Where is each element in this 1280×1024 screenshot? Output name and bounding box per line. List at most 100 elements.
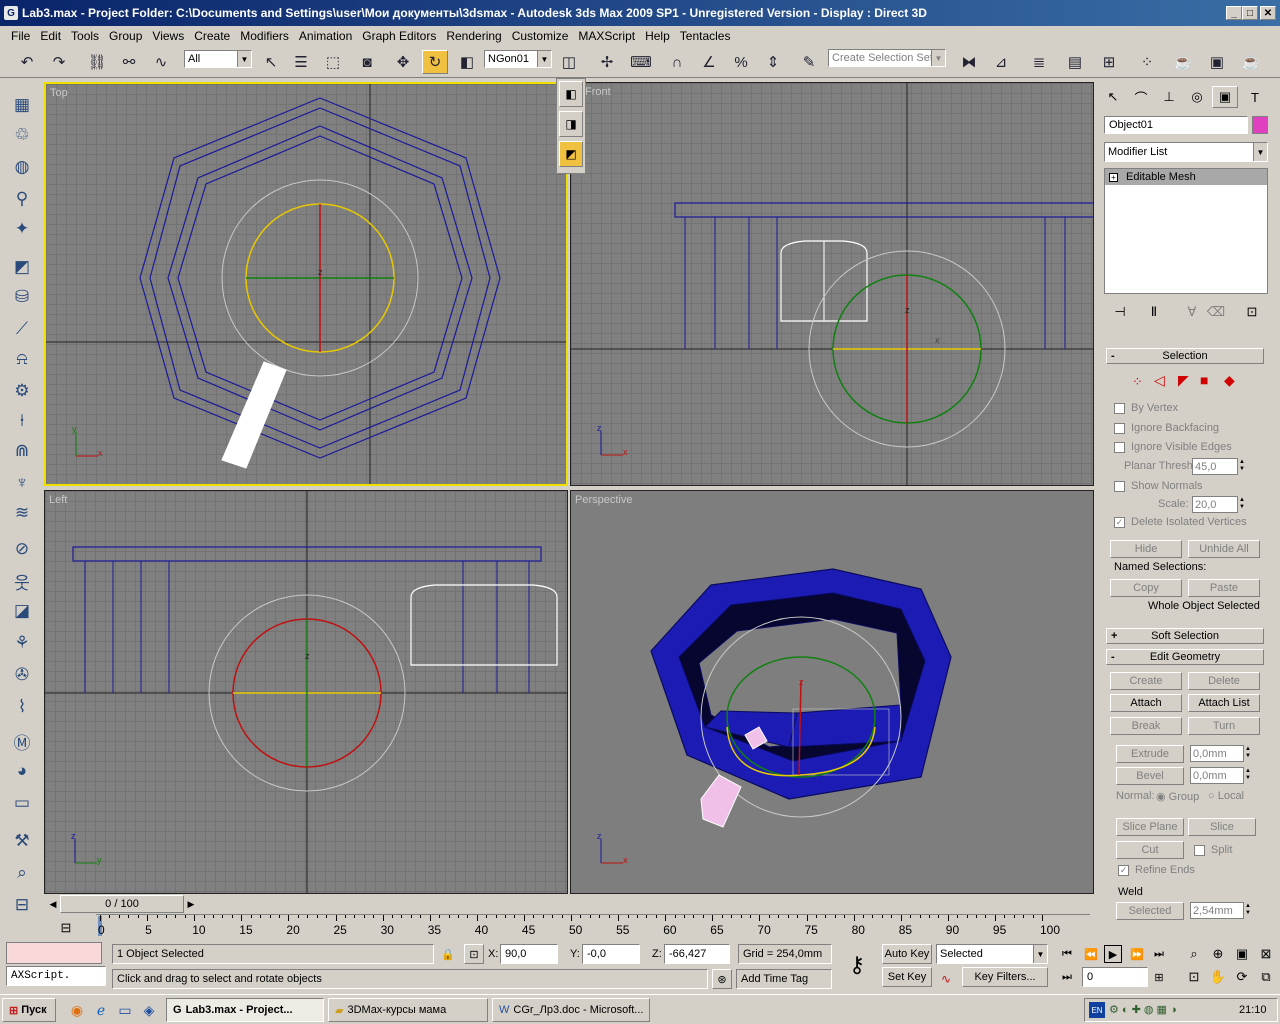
extrude-spinner[interactable]: 0,0mm <box>1190 745 1255 762</box>
close-button[interactable]: ✕ <box>1260 6 1276 20</box>
undo-icon[interactable]: ↶ <box>14 50 40 74</box>
selection-rollout-header[interactable]: - Selection <box>1106 348 1264 364</box>
zoom-extents-icon[interactable]: ▣ <box>1232 944 1252 964</box>
spinner-snap-icon[interactable]: ⇕ <box>760 50 786 74</box>
modifier-list-dropdown[interactable]: Modifier List ▼ <box>1104 142 1268 162</box>
menu-tools[interactable]: Tools <box>66 29 104 43</box>
delete-isolated-checkbox[interactable]: ✓ Delete Isolated Vertices <box>1114 516 1247 528</box>
display-icon[interactable]: ▭ <box>8 790 36 816</box>
menu-rendering[interactable]: Rendering <box>441 29 506 43</box>
x-coordinate-input[interactable]: 90,0 <box>500 944 558 964</box>
percent-snap-icon[interactable]: % <box>728 50 754 74</box>
edge-mode-icon[interactable]: ◁ <box>1154 372 1165 389</box>
taskbar-item-3dsmax[interactable]: G Lab3.max - Project... <box>166 998 324 1022</box>
configure-modifier-sets-icon[interactable]: ⊡ <box>1240 302 1264 322</box>
go-to-start-icon[interactable]: ⏮ <box>1058 945 1076 963</box>
pan-hand-icon[interactable]: ✋ <box>1208 967 1228 987</box>
show-normals-checkbox[interactable]: Show Normals <box>1114 480 1203 492</box>
menu-file[interactable]: File <box>6 29 35 43</box>
selection-center-icon[interactable]: ◨ <box>559 111 583 137</box>
maxscript-listener-mini[interactable] <box>6 942 102 964</box>
utilities-tab-icon[interactable]: T <box>1242 86 1268 108</box>
attach-list-button[interactable]: Attach List <box>1188 694 1260 712</box>
menu-group[interactable]: Group <box>104 29 147 43</box>
space-warp-icon[interactable]: ⋒ <box>8 438 36 464</box>
render-setup-icon[interactable]: ☕ <box>1170 50 1196 74</box>
menu-tentacles[interactable]: Tentacles <box>675 29 736 43</box>
soft-selection-rollout-header[interactable]: + Soft Selection <box>1106 628 1264 644</box>
make-unique-icon[interactable]: ∀ <box>1180 302 1204 322</box>
orbit-icon[interactable]: ⟳ <box>1232 967 1252 987</box>
create-button[interactable]: Create <box>1110 672 1182 690</box>
select-object-icon[interactable]: ↖ <box>258 50 284 74</box>
curve-editor-icon[interactable]: ▤ <box>1062 50 1088 74</box>
group-radio[interactable]: ◉ Group <box>1156 790 1199 803</box>
angle-snap-icon[interactable]: ∠ <box>696 50 722 74</box>
select-scale-icon[interactable]: ◧ <box>454 50 480 74</box>
refine-ends-checkbox[interactable]: ✓ Refine Ends <box>1118 864 1195 876</box>
bevel-spinner[interactable]: 0,0mm <box>1190 767 1255 784</box>
mesh-paint-icon[interactable]: ◕ <box>8 758 36 784</box>
pivot-point-center-icon[interactable]: ◧ <box>559 81 583 107</box>
bone-icon[interactable]: ⟋ <box>8 316 36 342</box>
next-frame-icon[interactable]: ⏩ <box>1128 945 1146 963</box>
expand-icon[interactable]: + <box>1109 172 1118 182</box>
unhide-all-button[interactable]: Unhide All <box>1188 540 1260 558</box>
track-bar[interactable]: ⊟ 0 5 10 15 20 25 30 35 40 45 50 55 60 65 70 75 80 85 90 95… <box>44 914 1094 940</box>
key-mode-toggle-icon[interactable]: ⏭ <box>1058 968 1076 986</box>
link-icon[interactable]: ⊘ <box>8 536 36 562</box>
start-button[interactable]: ⊞ Пуск <box>2 998 56 1022</box>
current-frame-input[interactable]: 0 <box>1082 967 1148 987</box>
rope-icon[interactable]: ⌇ <box>8 694 36 720</box>
time-tag-icon[interactable]: ⊛ <box>712 969 732 989</box>
menu-customize[interactable]: Customize <box>507 29 574 43</box>
select-link-icon[interactable]: ⛓ <box>84 50 110 74</box>
zoom-extents-all-icon[interactable]: ⊠ <box>1256 944 1276 964</box>
keyboard-shortcut-icon[interactable]: ⌨ <box>628 50 654 74</box>
menu-views[interactable]: Views <box>147 29 189 43</box>
delete-button[interactable]: Delete <box>1188 672 1260 690</box>
select-move-icon[interactable]: ✥ <box>390 50 416 74</box>
cut-button[interactable]: Cut <box>1116 841 1184 859</box>
chevron-left-icon[interactable]: ◀ <box>46 896 60 912</box>
zoom-all-icon[interactable]: ⊕ <box>1208 944 1228 964</box>
auto-key-button[interactable]: Auto Key <box>882 944 932 964</box>
edit-named-selection-icon[interactable]: ✎ <box>796 50 822 74</box>
stool-object[interactable] <box>221 361 287 469</box>
wheel-icon[interactable]: ✇ <box>8 662 36 688</box>
align-icon[interactable]: ⊿ <box>988 50 1014 74</box>
menu-help[interactable]: Help <box>640 29 675 43</box>
add-time-tag-button[interactable]: Add Time Tag <box>736 969 832 989</box>
play-icon[interactable]: ▶ <box>1104 945 1122 963</box>
planar-thresh-spinner[interactable]: 45,0 <box>1192 458 1249 475</box>
chevron-right-icon[interactable]: ▶ <box>184 896 198 912</box>
vertex-mode-icon[interactable]: ⁘ <box>1132 374 1143 390</box>
maximize-button[interactable]: □ <box>1242 6 1258 20</box>
manipulate-icon[interactable]: ✢ <box>594 50 620 74</box>
local-radio[interactable]: ○ Local <box>1208 790 1244 802</box>
gear-icon[interactable]: ⚙ <box>8 378 36 404</box>
key-curve-icon[interactable]: ∿ <box>936 969 956 989</box>
hide-button[interactable]: Hide <box>1110 540 1182 558</box>
taskbar-item-word[interactable]: W CGr_Лр3.doc - Microsoft... <box>492 998 650 1022</box>
create-tab-icon[interactable]: ↖ <box>1100 86 1126 108</box>
menu-create[interactable]: Create <box>189 29 235 43</box>
go-to-end-icon[interactable]: ⏭ <box>1150 945 1168 963</box>
extrude-button[interactable]: Extrude <box>1116 745 1184 763</box>
show-end-result-icon[interactable]: Ⅱ <box>1142 302 1166 322</box>
pivot-center-icon[interactable]: ◫ <box>556 50 582 74</box>
rendered-frame-window-icon[interactable]: ▣ <box>1204 50 1230 74</box>
zoom-icon[interactable]: ⌕ <box>1184 944 1204 964</box>
object-color-swatch[interactable] <box>1252 116 1268 134</box>
previous-frame-icon[interactable]: ⏪ <box>1082 945 1100 963</box>
set-keys-icon[interactable]: ⚷ <box>842 950 872 980</box>
layer-manager-icon[interactable]: ≣ <box>1026 50 1052 74</box>
set-key-button[interactable]: Set Key <box>882 967 932 987</box>
edit-geometry-rollout-header[interactable]: - Edit Geometry <box>1106 649 1264 665</box>
key-filters-button[interactable]: Key Filters... <box>962 967 1048 987</box>
pin-icon[interactable]: ⍿ <box>8 408 36 434</box>
slice-plane-button[interactable]: Slice Plane <box>1116 818 1184 836</box>
rectangular-selection-icon[interactable]: ⬚ <box>320 50 346 74</box>
helper-icon[interactable]: ✦ <box>8 216 36 242</box>
cloth-icon[interactable]: ◪ <box>8 598 36 624</box>
